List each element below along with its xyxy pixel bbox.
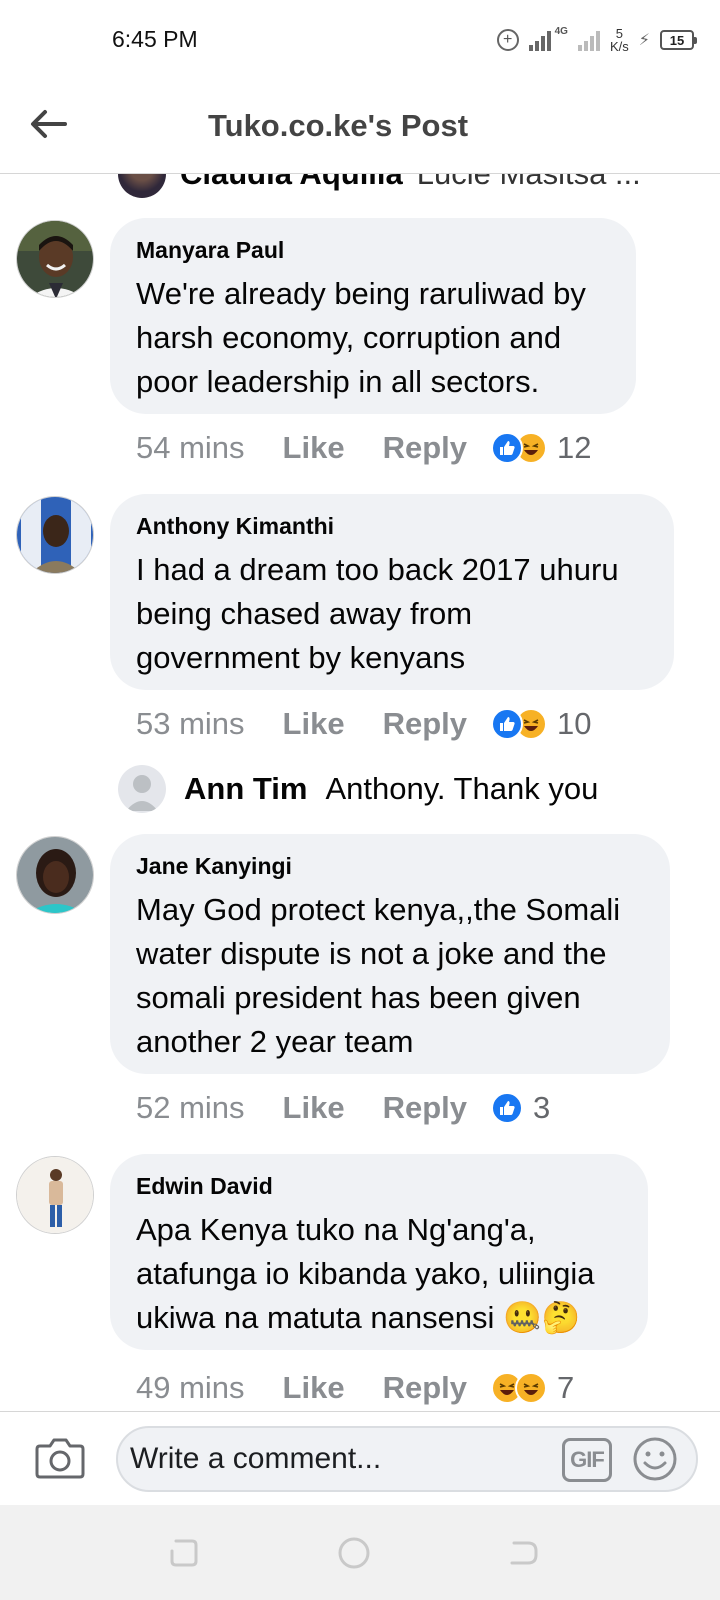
like-icon [491, 432, 523, 464]
like-icon [491, 1092, 523, 1124]
comments-feed[interactable]: Claudia Aquilia Lucie Masitsa ... Manyar… [0, 174, 720, 1411]
reply-text: Anthony. Thank you [325, 771, 599, 806]
comment-author[interactable]: Edwin David [136, 1172, 622, 1200]
signal-icon [528, 29, 551, 51]
reply-button[interactable]: Reply [383, 706, 467, 742]
reaction-count[interactable]: 3 [533, 1090, 550, 1126]
system-nav-bar [0, 1505, 720, 1600]
like-button[interactable]: Like [283, 1370, 345, 1406]
status-bar: 6:45 PM + 4G 5 K/s ⚡ 15 [0, 0, 720, 80]
back-nav-icon [510, 1541, 538, 1565]
battery-level: 15 [669, 32, 685, 48]
gif-button[interactable]: GIF [562, 1438, 612, 1482]
home-button[interactable] [336, 1535, 372, 1571]
profile-photo [17, 837, 93, 913]
reactions[interactable] [491, 432, 547, 464]
reply-button[interactable]: Reply [383, 430, 467, 466]
comment-author[interactable]: Jane Kanyingi [136, 852, 644, 880]
smiley-icon [633, 1437, 677, 1481]
reaction-count[interactable]: 7 [557, 1370, 574, 1406]
avatar[interactable] [16, 1156, 94, 1234]
comment-time[interactable]: 49 mins [136, 1370, 245, 1406]
comment-actions: 53 mins Like Reply 10 [136, 702, 591, 746]
app-header: Tuko.co.ke's Post [0, 80, 720, 174]
arrow-left-icon [31, 110, 67, 138]
avatar[interactable] [16, 220, 94, 298]
comment-bubble[interactable]: Anthony Kimanthi I had a dream too back … [110, 494, 674, 690]
speed-unit: K/s [609, 39, 629, 54]
profile-photo [17, 497, 93, 573]
status-icons: + 4G 5 K/s ⚡ 15 [496, 24, 697, 56]
back-button[interactable] [26, 102, 70, 146]
reply-button[interactable]: Reply [383, 1370, 467, 1406]
comment-author[interactable]: Manyara Paul [136, 236, 610, 264]
reactions[interactable] [491, 1092, 523, 1124]
comment-text: May God protect kenya,,the Somali water … [136, 892, 621, 1059]
reaction-count[interactable]: 10 [557, 706, 591, 742]
avatar[interactable] [16, 496, 94, 574]
network-speed: 5 K/s [610, 27, 629, 53]
comment-time[interactable]: 54 mins [136, 430, 245, 466]
avatar[interactable] [16, 836, 94, 914]
camera-button[interactable] [34, 1434, 86, 1482]
haha-icon [515, 1372, 547, 1404]
comment-composer: GIF [0, 1411, 720, 1505]
like-button[interactable]: Like [283, 430, 345, 466]
default-avatar-icon[interactable] [118, 765, 166, 813]
comment-time[interactable]: 52 mins [136, 1090, 245, 1126]
data-saver-icon: + [496, 29, 519, 51]
comment-text: We're already being raruliwad by harsh e… [136, 276, 586, 399]
comment-actions: 54 mins Like Reply 12 [136, 426, 591, 470]
reply-button[interactable]: Reply [383, 1090, 467, 1126]
comment-time[interactable]: 53 mins [136, 706, 245, 742]
status-time: 6:45 PM [112, 26, 198, 52]
home-circle-icon [338, 1537, 370, 1569]
avatar[interactable] [118, 174, 166, 198]
like-icon [491, 708, 523, 740]
reply-text: Lucie Masitsa ... [417, 174, 641, 192]
comment-text: I had a dream too back 2017 uhuru being … [136, 552, 619, 675]
reply-preview[interactable]: Claudia Aquilia Lucie Masitsa ... [118, 174, 641, 198]
network-type: 4G [554, 26, 568, 37]
camera-icon [35, 1438, 85, 1479]
page-title: Tuko.co.ke's Post [208, 108, 469, 143]
battery-icon: 15 [660, 30, 697, 50]
comment-text: Apa Kenya tuko na Ng'ang'a, atafunga io … [136, 1212, 595, 1335]
comment-bubble[interactable]: Manyara Paul We're already being raruliw… [110, 218, 636, 414]
profile-photo [17, 221, 93, 297]
emoji-button[interactable] [632, 1436, 678, 1482]
charging-icon: ⚡ [638, 32, 650, 49]
reply-author[interactable]: Claudia Aquilia [180, 174, 403, 192]
reaction-count[interactable]: 12 [557, 430, 591, 466]
reactions[interactable] [491, 708, 547, 740]
reactions[interactable] [491, 1372, 547, 1404]
back-nav-button[interactable] [506, 1535, 542, 1571]
comment-bubble[interactable]: Jane Kanyingi May God protect kenya,,the… [110, 834, 670, 1074]
comment-bubble[interactable]: Edwin David Apa Kenya tuko na Ng'ang'a, … [110, 1154, 648, 1350]
signal-2-icon [577, 29, 600, 51]
like-button[interactable]: Like [283, 706, 345, 742]
comment-actions: 52 mins Like Reply 3 [136, 1086, 550, 1130]
profile-photo [17, 1157, 93, 1233]
reply-author[interactable]: Ann Tim [184, 771, 307, 807]
recent-apps-icon [170, 1539, 198, 1567]
like-button[interactable]: Like [283, 1090, 345, 1126]
reply-preview[interactable]: Ann Tim Anthony. Thank you [118, 764, 598, 814]
comment-author[interactable]: Anthony Kimanthi [136, 512, 648, 540]
recent-apps-button[interactable] [166, 1535, 202, 1571]
comment-actions: 49 mins Like Reply 7 [136, 1366, 574, 1410]
